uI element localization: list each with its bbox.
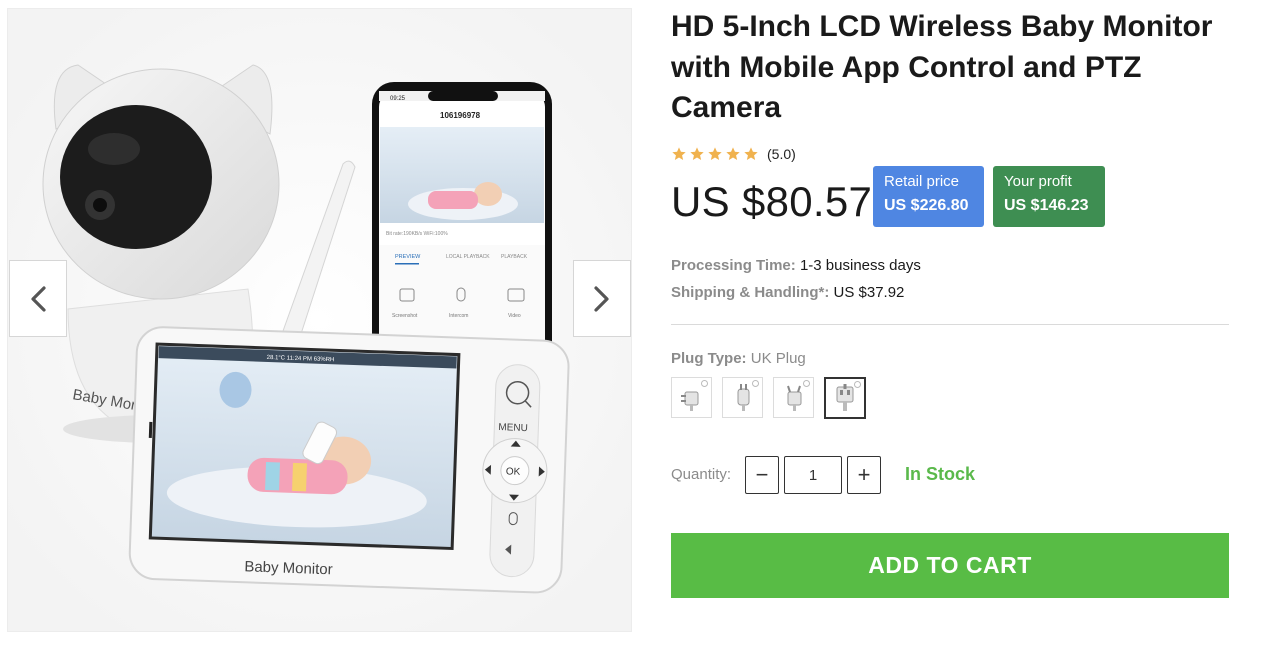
shipping-label: Shipping & Handling*: [671,284,830,301]
product-title: HD 5-Inch LCD Wireless Baby Monitor with… [671,10,1213,124]
rating-value: (5.0) [767,146,796,162]
info-icon [803,380,810,387]
add-to-cart-button[interactable]: ADD TO CART [671,533,1229,598]
quantity-decrease-button[interactable]: − [745,456,779,494]
product-gallery: Baby Monitor 09:25 106196978 Bit rate:19… [7,8,632,632]
phone-title: 106196978 [440,111,481,120]
minus-icon: − [755,462,769,487]
star-icon [726,147,740,160]
plug-type: Plug Type: UK Plug [671,350,806,367]
chevron-right-icon [594,285,609,312]
plug-swatches [671,377,866,419]
quantity-increase-button[interactable]: + [847,456,881,494]
divider [671,324,1229,325]
star-icon [744,147,758,160]
profit-label: Your profit [1004,173,1072,190]
plug-swatch-eu[interactable] [722,377,763,418]
us-plug-icon [680,391,698,411]
phone-tab-local: LOCAL PLAYBACK [446,254,490,260]
star-icon [690,147,704,160]
plug-swatch-uk[interactable] [824,377,866,419]
stock-status: In Stock [905,464,976,484]
rating: (5.0) [671,146,796,162]
processing-time-label: Processing Time: [671,257,796,274]
product-image: Baby Monitor 09:25 106196978 Bit rate:19… [8,9,631,631]
retail-price-label: Retail price [884,173,960,190]
phone-action-video: Video [508,313,521,319]
plug-swatch-us[interactable] [671,377,712,418]
phone-action-intercom: Intercom [449,313,468,319]
monitor-brand-text: Baby Monitor [244,558,333,578]
phone-tab-preview: PREVIEW [395,254,421,260]
gallery-prev-button[interactable] [9,260,67,337]
retail-price-value: US $226.80 [884,197,969,214]
profit-badge: Your profit US $146.23 [993,166,1105,227]
phone-action-screenshot: Screenshot [392,313,418,319]
quantity-label: Quantity: [671,466,732,483]
info-icon [752,380,759,387]
monitor-ok-label: OK [506,466,521,478]
rating-stars [671,146,759,162]
info-icon [701,380,708,387]
processing-time: Processing Time: 1-3 business days [671,257,921,274]
gallery-next-button[interactable] [573,260,631,337]
retail-price-badge: Retail price US $226.80 [873,166,984,227]
info-icon [854,381,861,388]
shipping-handling: Shipping & Handling*: US $37.92 [671,284,904,301]
plug-type-value: UK Plug [750,350,806,367]
processing-time-value: 1-3 business days [799,257,921,274]
au-plug-icon [786,385,801,411]
star-icon [672,147,686,160]
profit-value: US $146.23 [1004,197,1089,214]
quantity-input[interactable] [784,456,842,494]
eu-plug-icon [737,383,749,411]
monitor-menu-label: MENU [498,422,528,434]
chevron-left-icon [31,285,46,312]
plus-icon: + [857,462,871,487]
plug-swatch-au[interactable] [773,377,814,418]
phone-tab-playback: PLAYBACK [501,254,528,260]
phone-time: 09:25 [390,96,406,102]
product-price: US $80.57 [671,178,873,225]
uk-plug-icon [836,384,854,411]
plug-type-label: Plug Type: [671,350,747,367]
star-icon [708,147,722,160]
phone-stats: Bit rate:190KB/s WiFi:100% [386,231,448,237]
shipping-value: US $37.92 [833,284,905,301]
